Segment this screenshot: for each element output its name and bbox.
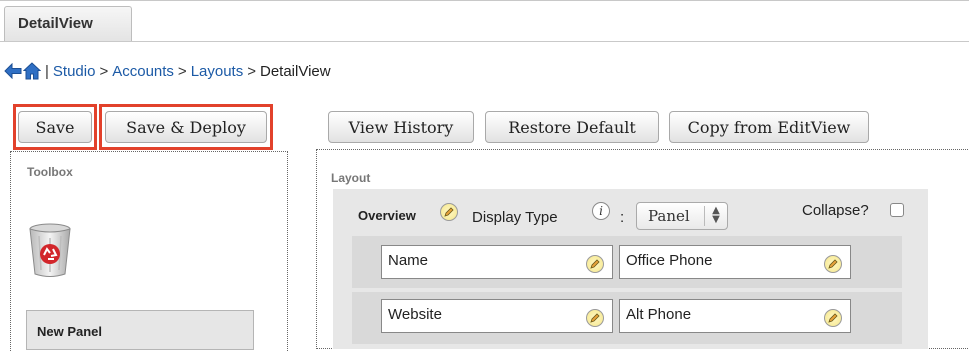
home-icon[interactable] xyxy=(23,62,41,80)
display-type-label: Display Type xyxy=(472,209,558,226)
breadcrumb-separator: > xyxy=(99,62,109,80)
back-arrow-icon[interactable] xyxy=(4,63,22,79)
field-office-phone[interactable]: Office Phone xyxy=(619,245,851,279)
copy-from-editview-button[interactable]: Copy from EditView xyxy=(669,111,869,143)
field-label: Website xyxy=(388,306,442,323)
field-website[interactable]: Website xyxy=(381,299,613,333)
panel-name-label: Overview xyxy=(358,208,416,223)
pencil-icon[interactable] xyxy=(586,255,604,273)
breadcrumb-studio[interactable]: Studio xyxy=(53,63,96,80)
pencil-icon[interactable] xyxy=(824,255,842,273)
tab-divider xyxy=(0,41,969,42)
field-alt-phone[interactable]: Alt Phone xyxy=(619,299,851,333)
pencil-icon[interactable] xyxy=(440,203,458,221)
field-label: Office Phone xyxy=(626,252,713,269)
display-type-colon: : xyxy=(620,209,625,226)
field-label: Alt Phone xyxy=(626,306,692,323)
breadcrumb-current: DetailView xyxy=(260,62,331,80)
toolbox-title: Toolbox xyxy=(27,165,73,179)
breadcrumb-layouts[interactable]: Layouts xyxy=(191,63,244,80)
field-label: Name xyxy=(388,252,429,269)
breadcrumb-separator: > xyxy=(247,62,256,80)
breadcrumb-accounts[interactable]: Accounts xyxy=(112,63,174,80)
breadcrumb-pipe: | xyxy=(45,62,49,80)
tab-detailview[interactable]: DetailView xyxy=(4,6,132,41)
layout-title: Layout xyxy=(331,171,371,185)
save-button[interactable]: Save xyxy=(18,111,92,143)
collapse-label: Collapse? xyxy=(802,202,869,219)
top-border xyxy=(0,0,969,1)
breadcrumb: | Studio > Accounts > Layouts > DetailVi… xyxy=(4,58,331,84)
restore-default-button[interactable]: Restore Default xyxy=(485,111,659,143)
select-arrows-icon: ▲ ▼ xyxy=(704,206,727,226)
display-type-select[interactable]: Panel ▲ ▼ xyxy=(636,202,728,230)
save-deploy-button[interactable]: Save & Deploy xyxy=(105,111,267,143)
pencil-icon[interactable] xyxy=(586,309,604,327)
field-name[interactable]: Name xyxy=(381,245,613,279)
new-panel-item[interactable]: New Panel xyxy=(26,310,254,350)
collapse-checkbox[interactable] xyxy=(890,203,904,217)
view-history-button[interactable]: View History xyxy=(328,111,474,143)
pencil-icon[interactable] xyxy=(824,309,842,327)
recycle-bin-icon[interactable] xyxy=(27,222,73,278)
display-type-value: Panel xyxy=(648,207,690,225)
info-icon[interactable]: i xyxy=(592,202,610,220)
breadcrumb-separator: > xyxy=(177,62,187,80)
